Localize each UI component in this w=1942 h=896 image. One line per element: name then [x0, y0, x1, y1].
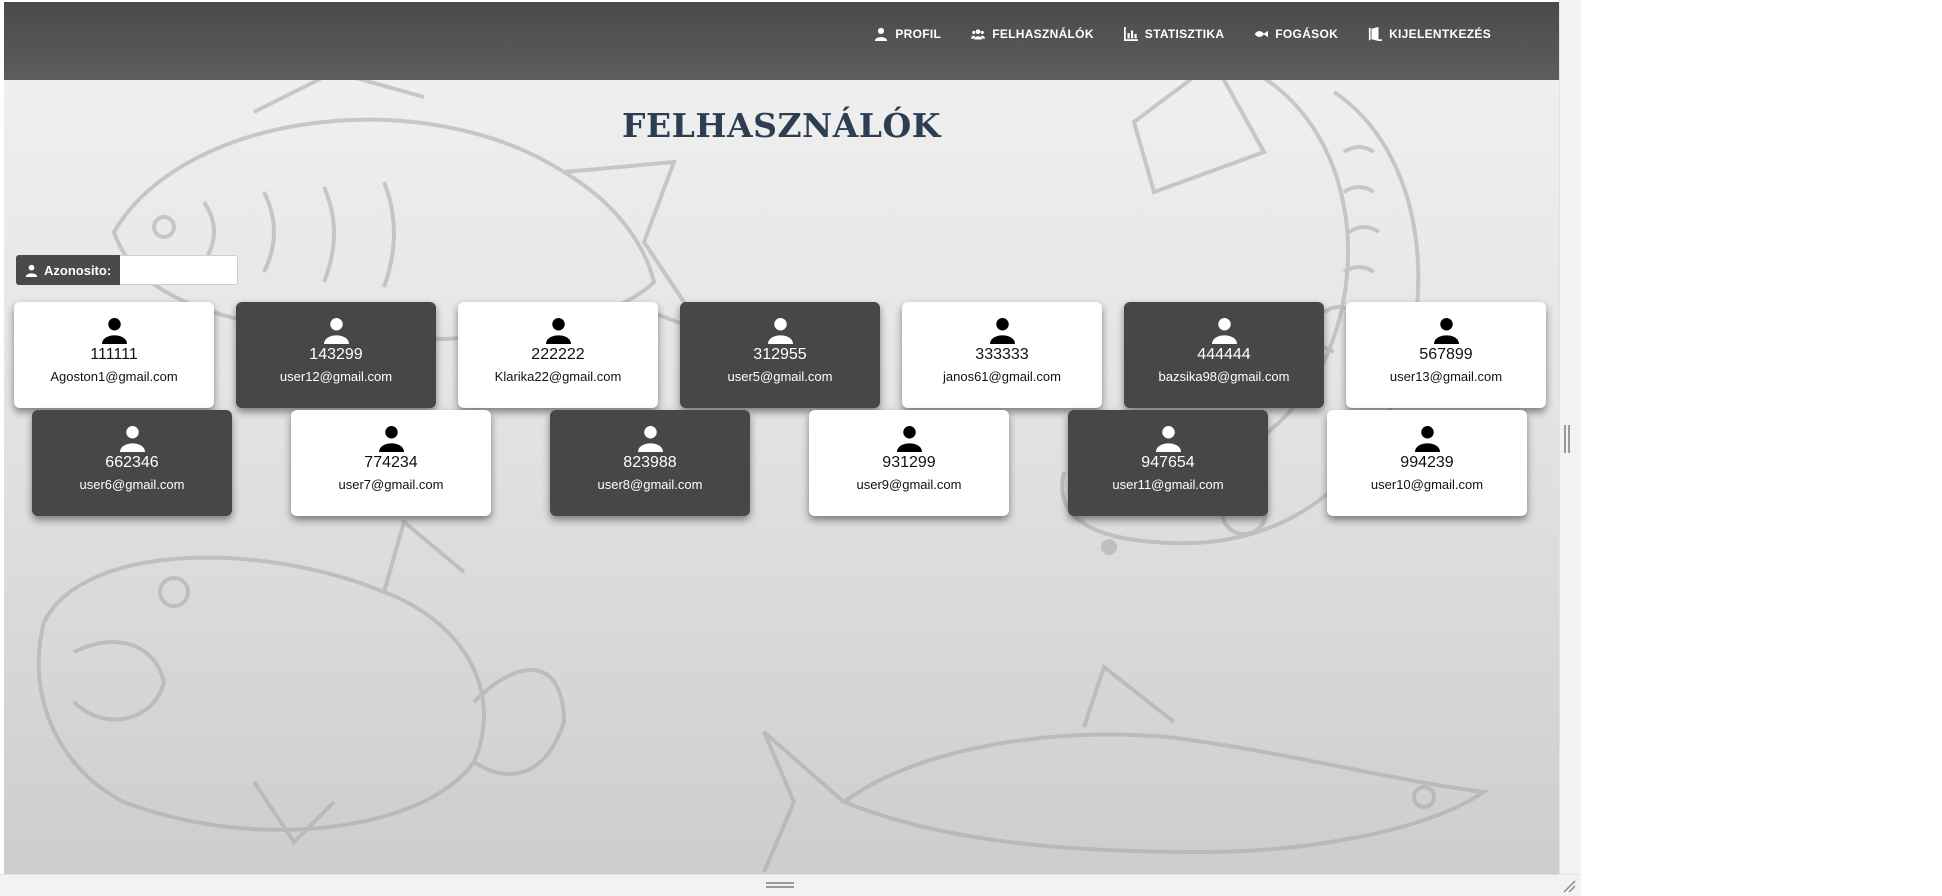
user-email: user6@gmail.com	[79, 477, 185, 492]
user-email: bazsika98@gmail.com	[1158, 369, 1290, 384]
nav-fogasok-label: FOGÁSOK	[1275, 27, 1339, 41]
user-email: user12@gmail.com	[279, 369, 393, 384]
user-email: user7@gmail.com	[338, 477, 444, 492]
user-card[interactable]: 774234 user7@gmail.com	[291, 410, 491, 516]
nav-fogasok[interactable]: FOGÁSOK	[1254, 27, 1338, 41]
nav-profil-label: PROFIL	[895, 27, 942, 41]
nav-kijelentkezes[interactable]: KIJELENTKEZÉS	[1368, 27, 1491, 41]
id-search-input[interactable]	[120, 255, 239, 285]
user-icon	[896, 426, 922, 452]
right-panel-edge	[1559, 0, 1581, 895]
nav-felhasznalok[interactable]: FELHASZNÁLÓK	[971, 27, 1094, 41]
user-email: user5@gmail.com	[727, 369, 833, 384]
nav-profil[interactable]: PROFIL	[874, 27, 941, 41]
user-email: Klarika22@gmail.com	[494, 369, 622, 384]
user-email: user8@gmail.com	[597, 477, 703, 492]
user-icon	[101, 318, 127, 344]
user-id: 662346	[105, 454, 159, 471]
user-email: user13@gmail.com	[1389, 369, 1503, 384]
fish-icon	[1255, 30, 1269, 38]
user-id: 143299	[309, 346, 363, 363]
user-icon	[119, 426, 145, 452]
user-card[interactable]: 994239 user10@gmail.com	[1327, 410, 1527, 516]
user-id: 931299	[882, 454, 936, 471]
user-card[interactable]: 111111 Agoston1@gmail.com	[14, 302, 214, 408]
user-card[interactable]: 222222 Klarika22@gmail.com	[458, 302, 658, 408]
nav-statisztika-label: STATISZTIKA	[1144, 27, 1225, 41]
page-title: FELHASZNÁLÓK	[622, 106, 941, 145]
user-card[interactable]: 823988 user8@gmail.com	[550, 410, 750, 516]
vertical-resize-handle[interactable]	[1564, 425, 1570, 453]
app-frame: PROFIL FELHASZNÁLÓK STATISZTIKA FOGÁSOK …	[4, 2, 1559, 874]
horizontal-resize-handle[interactable]	[766, 882, 794, 888]
user-icon	[1211, 318, 1237, 344]
nav-felhasznalok-label: FELHASZNÁLÓK	[992, 27, 1094, 41]
user-email: janos61@gmail.com	[943, 369, 1061, 384]
user-email: Agoston1@gmail.com	[50, 369, 178, 384]
user-icon	[1414, 426, 1440, 452]
user-card[interactable]: 333333 janos61@gmail.com	[902, 302, 1102, 408]
id-search-group: Azonosito:	[16, 255, 239, 285]
user-icon	[1433, 318, 1459, 344]
user-card[interactable]: 931299 user9@gmail.com	[809, 410, 1009, 516]
user-icon	[545, 318, 571, 344]
user-icon	[1155, 426, 1181, 452]
nav-menu: PROFIL FELHASZNÁLÓK STATISZTIKA FOGÁSOK …	[874, 27, 1491, 41]
user-id: 774234	[364, 454, 418, 471]
user-id: 444444	[1197, 346, 1251, 363]
door-icon	[1368, 27, 1383, 41]
user-id: 823988	[623, 454, 677, 471]
user-id: 111111	[90, 346, 138, 363]
nav-statisztika[interactable]: STATISZTIKA	[1123, 27, 1225, 41]
user-icon	[25, 264, 38, 277]
user-icon	[989, 318, 1015, 344]
user-card[interactable]: 312955 user5@gmail.com	[680, 302, 880, 408]
user-email: user10@gmail.com	[1370, 477, 1484, 492]
user-card[interactable]: 444444 bazsika98@gmail.com	[1124, 302, 1324, 408]
resize-corner-grip-icon[interactable]	[1562, 879, 1576, 893]
user-icon	[323, 318, 349, 344]
user-card[interactable]: 947654 user11@gmail.com	[1068, 410, 1268, 516]
user-id: 222222	[531, 346, 585, 363]
user-email: user11@gmail.com	[1112, 477, 1224, 492]
user-icon	[378, 426, 404, 452]
user-icon	[767, 318, 793, 344]
id-search-label: Azonosito:	[44, 262, 112, 278]
chart-icon	[1123, 27, 1138, 41]
user-id: 994239	[1400, 454, 1454, 471]
user-email: user9@gmail.com	[856, 477, 962, 492]
user-icon	[637, 426, 663, 452]
user-id: 947654	[1141, 454, 1195, 471]
user-card[interactable]: 662346 user6@gmail.com	[32, 410, 232, 516]
user-id: 312955	[753, 346, 807, 363]
id-search-label-box: Azonosito:	[16, 255, 121, 285]
nav-kijelentkezes-label: KIJELENTKEZÉS	[1389, 27, 1491, 41]
user-icon	[875, 27, 888, 41]
user-card[interactable]: 143299 user12@gmail.com	[236, 302, 436, 408]
user-card[interactable]: 567899 user13@gmail.com	[1346, 302, 1546, 408]
user-id: 567899	[1419, 346, 1473, 363]
users-icon	[971, 29, 986, 40]
user-id: 333333	[975, 346, 1029, 363]
top-navbar: PROFIL FELHASZNÁLÓK STATISZTIKA FOGÁSOK …	[4, 2, 1559, 80]
